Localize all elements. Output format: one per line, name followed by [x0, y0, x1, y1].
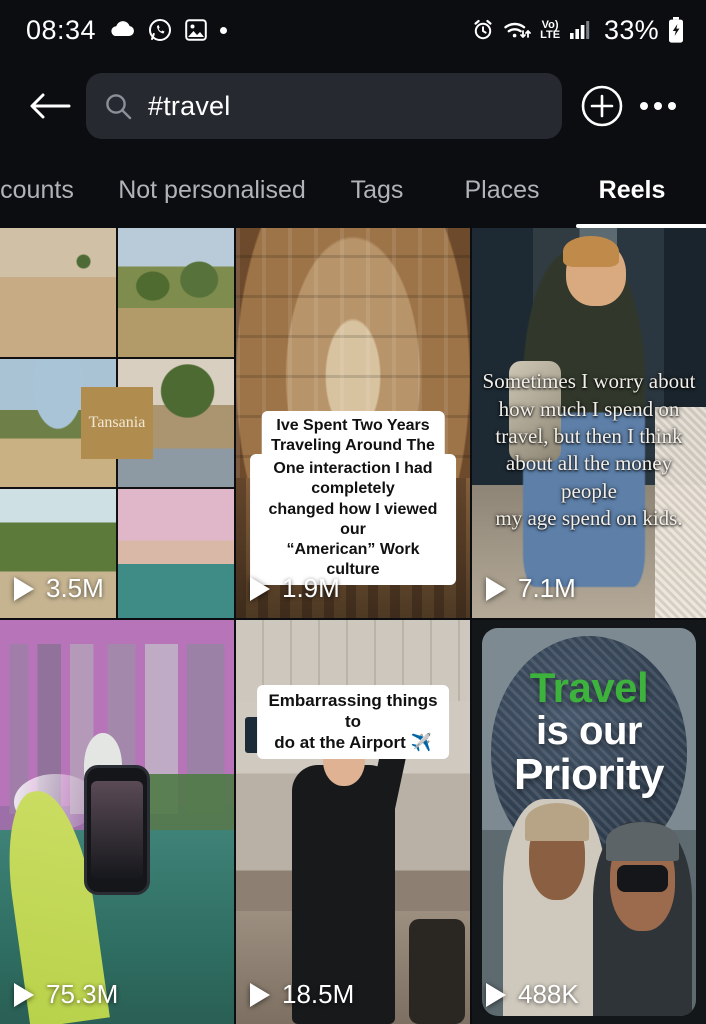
- status-clock: 08:34: [26, 14, 97, 45]
- view-count-label: 3.5M: [46, 573, 104, 603]
- view-count: 3.5M: [14, 573, 104, 604]
- collage-cell: [118, 489, 234, 618]
- video-inner: Travel is our Priority: [482, 628, 696, 1016]
- phone-screen: [90, 780, 144, 880]
- reel-tile-singapore-merlion[interactable]: 75.3M: [0, 620, 234, 1024]
- tab-tags[interactable]: Tags: [322, 152, 432, 228]
- search-icon: [104, 92, 132, 120]
- reel-tile-embarrassing-airport[interactable]: Embarrassing things to do at the Airport …: [236, 620, 470, 1024]
- play-icon: [486, 982, 506, 1007]
- plus-circle-icon: [581, 85, 623, 127]
- title-line-2: is our: [536, 708, 642, 753]
- reel-tile-money-people-my-age[interactable]: Sometimes I worry about how much I spend …: [472, 228, 706, 618]
- dot-icon: [220, 26, 228, 34]
- play-icon: [14, 982, 34, 1007]
- wifi-icon: [503, 19, 531, 41]
- reel-tile-travel-is-our-priority[interactable]: Travel is our Priority 488K: [472, 620, 706, 1024]
- view-count-label: 1.9M: [282, 573, 340, 603]
- letterbox-frame: Travel is our Priority: [472, 620, 706, 1024]
- tab-tags-label: Tags: [350, 175, 404, 204]
- tab-accounts-label: counts: [0, 175, 74, 204]
- search-field[interactable]: #travel: [86, 73, 562, 139]
- view-count: 18.5M: [250, 979, 354, 1010]
- search-header: #travel: [0, 60, 706, 152]
- cloud-icon: [109, 21, 135, 39]
- tab-places-label: Places: [464, 175, 540, 204]
- add-button[interactable]: [574, 78, 630, 134]
- back-arrow-icon: [30, 93, 71, 119]
- reel-caption: Sometimes I worry about how much I spend …: [482, 369, 696, 530]
- view-count-label: 7.1M: [518, 573, 576, 603]
- instagram-search-reels-screen: 08:34 Vo) LTE 33% #travel counts Not per…: [0, 0, 706, 1024]
- reel-tile-tansania[interactable]: Tansania 3.5M: [0, 228, 234, 618]
- play-icon: [486, 576, 506, 601]
- tab-not-personalised[interactable]: Not personalised: [102, 152, 322, 228]
- more-options-button[interactable]: [630, 78, 686, 134]
- play-icon: [250, 576, 270, 601]
- title-line-3: Priority: [513, 749, 665, 799]
- back-button[interactable]: [24, 80, 76, 132]
- person-two-cap: [606, 822, 679, 861]
- search-input-value[interactable]: #travel: [148, 91, 230, 122]
- alarm-icon: [472, 19, 494, 41]
- tab-places[interactable]: Places: [432, 152, 572, 228]
- sunglasses: [616, 864, 669, 892]
- view-count-label: 488K: [518, 979, 579, 1009]
- tansania-label-box: Tansania: [81, 387, 153, 459]
- person-hair: [563, 235, 620, 267]
- signal-icon: [569, 19, 595, 41]
- luggage: [409, 918, 466, 1024]
- view-count-label: 18.5M: [282, 979, 355, 1009]
- tab-accounts[interactable]: counts: [0, 152, 102, 228]
- reel-caption: Embarrassing things to do at the Airport …: [257, 684, 449, 759]
- reel-tile-two-years-traveling[interactable]: Ive Spent Two Years Traveling Around The …: [236, 228, 470, 618]
- tab-not-personalised-label: Not personalised: [118, 175, 306, 204]
- view-count: 488K: [486, 979, 579, 1010]
- tab-reels-label: Reels: [598, 175, 666, 204]
- battery-percent-label: 33%: [604, 14, 659, 45]
- reel-title-overlay: Travel is our Priority: [482, 663, 696, 799]
- volte-icon: Vo) LTE: [540, 19, 561, 41]
- view-count: 75.3M: [14, 979, 118, 1010]
- reel-caption-secondary: One interaction I had completely changed …: [250, 454, 456, 586]
- more-dots-icon: [640, 102, 676, 110]
- status-bar-right: Vo) LTE 33%: [472, 15, 684, 46]
- phone-device: [84, 765, 150, 895]
- reels-grid: Tansania 3.5M Ive Spent Two Years Traveli…: [0, 228, 706, 1024]
- status-bar: 08:34 Vo) LTE 33%: [0, 0, 706, 60]
- view-count: 1.9M: [250, 573, 340, 604]
- volte-bottom-label: LTE: [540, 29, 561, 41]
- tansania-label: Tansania: [88, 414, 146, 431]
- collage-cell: [0, 228, 116, 357]
- play-icon: [14, 576, 34, 601]
- view-count-label: 75.3M: [46, 979, 119, 1009]
- photo-icon: [185, 19, 207, 41]
- view-count: 7.1M: [486, 573, 576, 604]
- whatsapp-icon: [148, 18, 172, 42]
- collage-cell: [118, 228, 234, 357]
- play-icon: [250, 982, 270, 1007]
- person-one-cap: [524, 802, 589, 842]
- title-line-1: Travel: [529, 663, 649, 711]
- tab-reels[interactable]: Reels: [572, 152, 706, 228]
- search-result-tabs: counts Not personalised Tags Places Reel…: [0, 152, 706, 228]
- status-bar-left: 08:34: [26, 14, 228, 46]
- battery-charging-icon: [668, 17, 684, 43]
